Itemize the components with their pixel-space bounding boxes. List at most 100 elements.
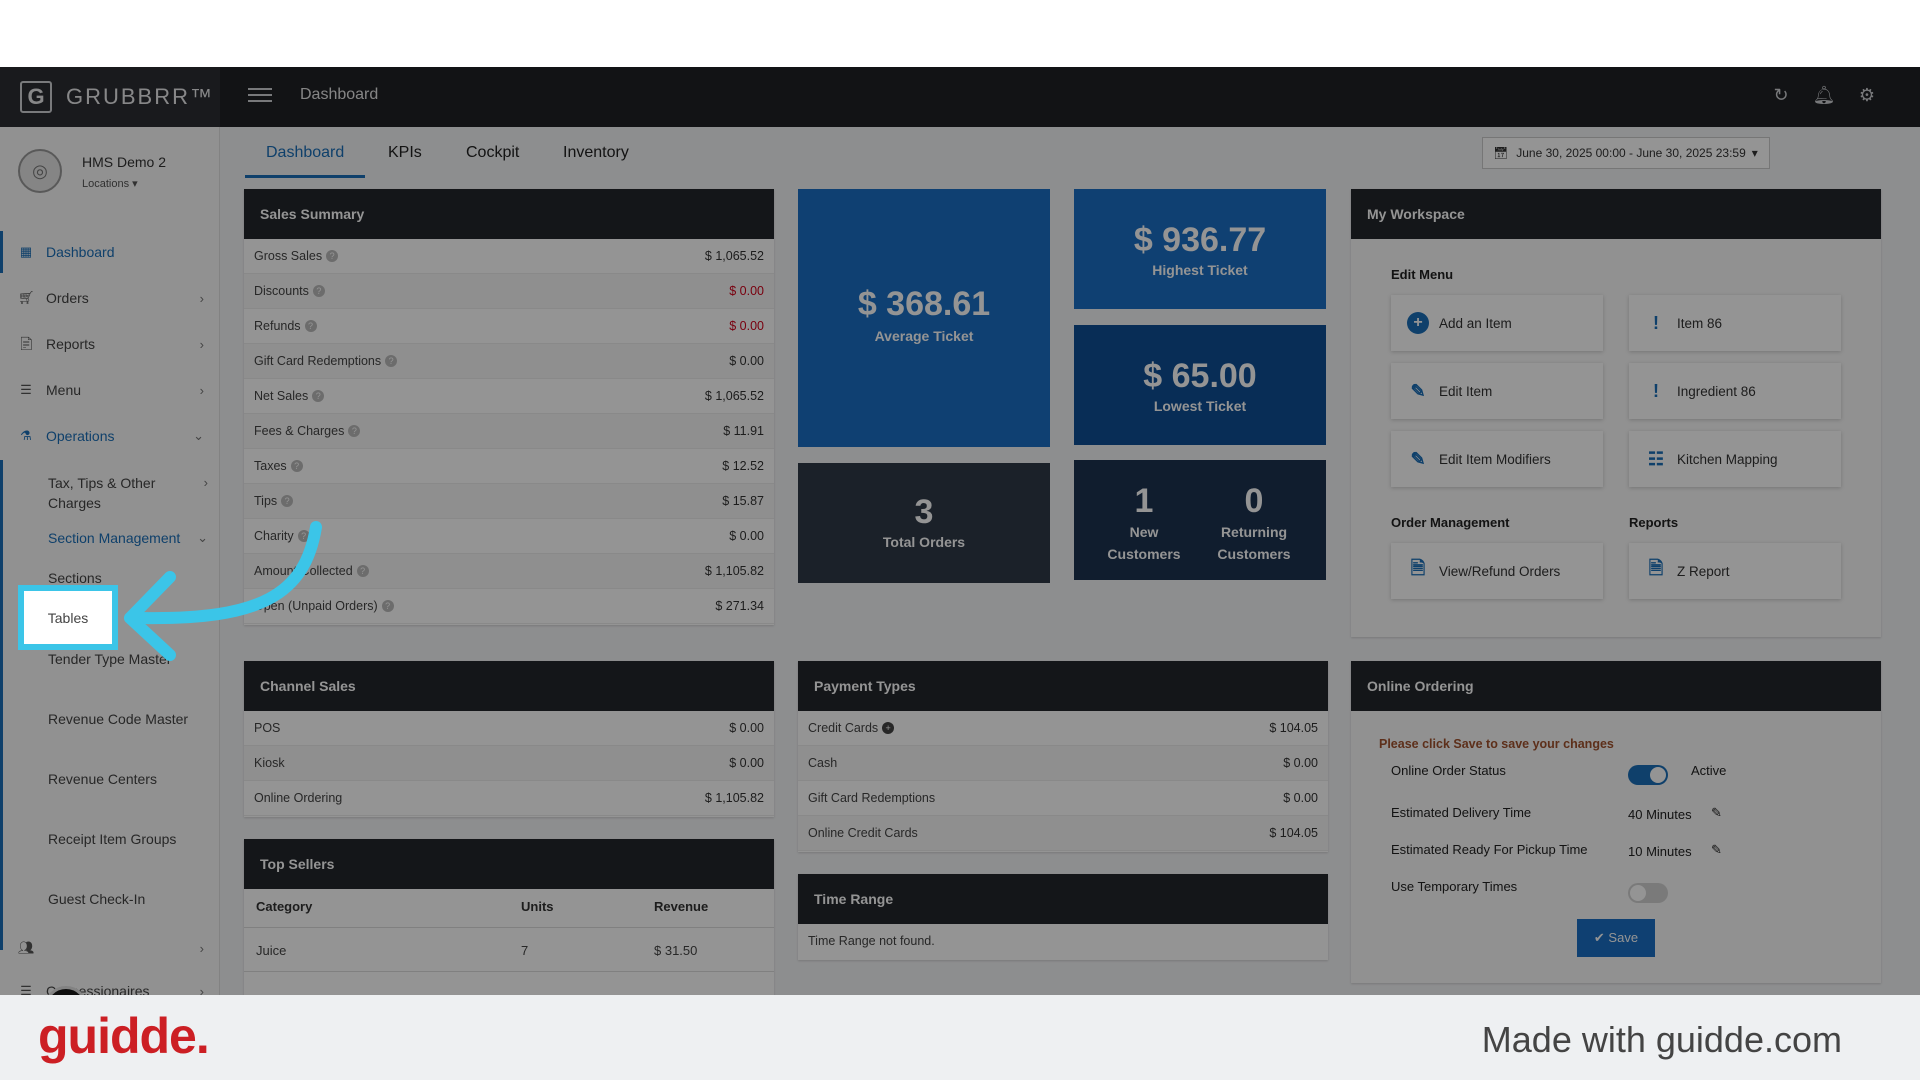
payment-row: Cash $ 0.00: [798, 746, 1328, 781]
row-value: $ 1,105.82: [704, 564, 764, 578]
tab-cockpit[interactable]: Cockpit: [466, 144, 519, 162]
save-button[interactable]: ✔ Save: [1577, 919, 1655, 957]
help-icon[interactable]: ?: [385, 355, 398, 367]
average-ticket-value: $ 368.61: [857, 285, 991, 323]
help-icon[interactable]: ?: [381, 600, 394, 612]
workspace-panel: My Workspace Edit Menu + Add an Item ! Ite…: [1351, 189, 1881, 637]
payment-types-title: Payment Types: [798, 661, 1328, 711]
reports-heading: Reports: [1629, 515, 1679, 530]
button-label: Ingredient 86: [1677, 383, 1756, 399]
help-icon[interactable]: ?: [348, 425, 361, 437]
help-icon[interactable]: ?: [326, 250, 339, 262]
save-notice: Please click Save to save your changes: [1379, 737, 1614, 751]
cart-icon: 🛒︎: [18, 290, 35, 305]
help-icon[interactable]: ?: [304, 320, 317, 332]
sidebar-item-menu[interactable]: ☰ Menu ›: [0, 369, 220, 411]
edit-item-button[interactable]: ✎ Edit Item: [1391, 363, 1603, 419]
tab-dashboard[interactable]: Dashboard: [266, 144, 344, 162]
profile[interactable]: ◎ HMS Demo 2 Locations ▾: [18, 149, 208, 209]
row-value: $ 0.00: [1283, 791, 1318, 805]
customers-tile: 1 New Customers 0 Returning Customers: [1074, 460, 1326, 580]
pencil-icon[interactable]: ✎: [1711, 842, 1722, 858]
top-sellers-panel: Top Sellers Category Units Revenue Juice…: [244, 839, 774, 995]
hamburger-menu-icon[interactable]: [248, 84, 272, 108]
help-icon[interactable]: ?: [290, 460, 303, 472]
brand: G GRUBBRR™: [0, 67, 220, 127]
button-label: View/Refund Orders: [1439, 563, 1561, 579]
online-status-toggle[interactable]: [1628, 765, 1668, 785]
row-label: Net Sales: [254, 389, 309, 403]
sidebar-item-concessionaires[interactable]: ☰ Concessionaires ›: [0, 970, 220, 995]
button-label: Z Report: [1677, 563, 1730, 579]
button-label: Edit Item Modifiers: [1439, 451, 1551, 467]
bell-icon[interactable]: 🔔︎: [1812, 85, 1836, 106]
help-icon[interactable]: ?: [312, 390, 325, 402]
lowest-ticket-value: $ 65.00: [1143, 357, 1257, 395]
list-icon: ☰: [20, 382, 32, 397]
plus-circle-icon[interactable]: +: [882, 722, 895, 734]
row-label: Credit Cards: [808, 721, 879, 735]
button-label: Edit Item: [1439, 383, 1493, 399]
tab-kpis[interactable]: KPIs: [388, 144, 422, 162]
date-range-picker[interactable]: 📅︎ June 30, 2025 00:00 - June 30, 2025 2…: [1482, 137, 1770, 169]
delivery-time-value: 40 Minutes: [1628, 807, 1692, 822]
column-header-revenue: Revenue: [654, 899, 709, 914]
online-ordering-title: Online Ordering: [1351, 661, 1881, 711]
sidebar-sub-guest-checkin[interactable]: Guest Check-In: [48, 889, 208, 909]
add-item-button[interactable]: + Add an Item: [1391, 295, 1603, 351]
pickup-time-value: 10 Minutes: [1628, 844, 1692, 859]
pencil-icon[interactable]: ✎: [1711, 805, 1722, 821]
row-value: $ 0.00: [729, 529, 764, 543]
channel-row: Kiosk $ 0.00: [244, 746, 774, 781]
sidebar-sub-revenue-centers[interactable]: Revenue Centers: [48, 769, 208, 789]
sidebar-item-orders[interactable]: 🛒︎ Orders ›: [0, 277, 220, 319]
sidebar-item-dashboard[interactable]: ▦ Dashboard: [0, 231, 220, 273]
refresh-icon[interactable]: ↻: [1769, 85, 1793, 106]
row-label: Refunds: [254, 319, 301, 333]
kitchen-mapping-button[interactable]: ☷ Kitchen Mapping: [1629, 431, 1841, 487]
order-management-heading: Order Management: [1391, 515, 1510, 530]
item-86-button[interactable]: ! Item 86: [1629, 295, 1841, 351]
row-label: Discounts: [254, 284, 309, 298]
total-orders-value: 3: [914, 493, 934, 531]
help-icon[interactable]: ?: [281, 495, 294, 507]
chevron-right-icon: ›: [199, 336, 204, 352]
sidebar-sub-tax-tips[interactable]: Tax, Tips & Other Charges ›: [48, 473, 208, 513]
summary-row: Refunds? $ 0.00: [244, 309, 774, 344]
column-header-units: Units: [521, 899, 554, 914]
lowest-ticket-label: Lowest Ticket: [1153, 398, 1247, 414]
sidebar-item-operations[interactable]: ⚗ Operations ⌄: [0, 415, 220, 457]
sidebar-item-reports[interactable]: 📄︎ Reports ›: [0, 323, 220, 365]
z-report-button[interactable]: 🗎 Z Report: [1629, 543, 1841, 599]
row-label: Online Ordering: [254, 791, 343, 805]
total-orders-tile: 3 Total Orders: [798, 463, 1050, 583]
guidde-logo: guidde.: [38, 1008, 210, 1064]
pencil-icon: ✎: [1410, 380, 1426, 401]
document-icon: 🗎: [1410, 558, 1426, 578]
locations-dropdown[interactable]: Locations ▾: [82, 177, 138, 190]
edit-modifiers-button[interactable]: ✎ Edit Item Modifiers: [1391, 431, 1603, 487]
row-label: Gift Card Redemptions: [808, 791, 936, 805]
channel-sales-panel: Channel Sales POS $ 0.00 Kiosk $ 0.00 Onli…: [244, 661, 774, 817]
summary-row: Net Sales? $ 1,065.52: [244, 379, 774, 414]
payment-types-rows: Credit Cards + $ 104.05 Cash $ 0.00 Gift Ca…: [798, 711, 1328, 851]
order-status-label: Online Order Status: [1391, 763, 1506, 778]
tables-label: Tables: [47, 609, 89, 626]
row-label: Cash: [808, 756, 838, 770]
help-icon[interactable]: ?: [312, 285, 325, 297]
sidebar-sub-receipt-groups[interactable]: Receipt Item Groups: [48, 829, 208, 849]
view-refund-orders-button[interactable]: 🗎 View/Refund Orders: [1391, 543, 1603, 599]
operations-indicator: [0, 460, 3, 950]
tables-highlight[interactable]: Tables: [18, 585, 118, 650]
ingredient-86-button[interactable]: ! Ingredient 86: [1629, 363, 1841, 419]
row-label: Fees & Charges: [254, 424, 345, 438]
gear-icon[interactable]: ⚙: [1855, 85, 1879, 106]
help-icon[interactable]: ?: [356, 565, 369, 577]
avatar: ◎: [18, 149, 62, 193]
sidebar-sub-revenue-code[interactable]: Revenue Code Master: [48, 709, 208, 729]
tab-inventory[interactable]: Inventory: [563, 144, 629, 162]
temporary-times-toggle[interactable]: [1628, 883, 1668, 903]
total-orders-label: Total Orders: [882, 534, 966, 550]
toggle-knob: [1630, 885, 1646, 901]
sidebar-item-users[interactable]: 👥︎ ›: [0, 927, 220, 969]
